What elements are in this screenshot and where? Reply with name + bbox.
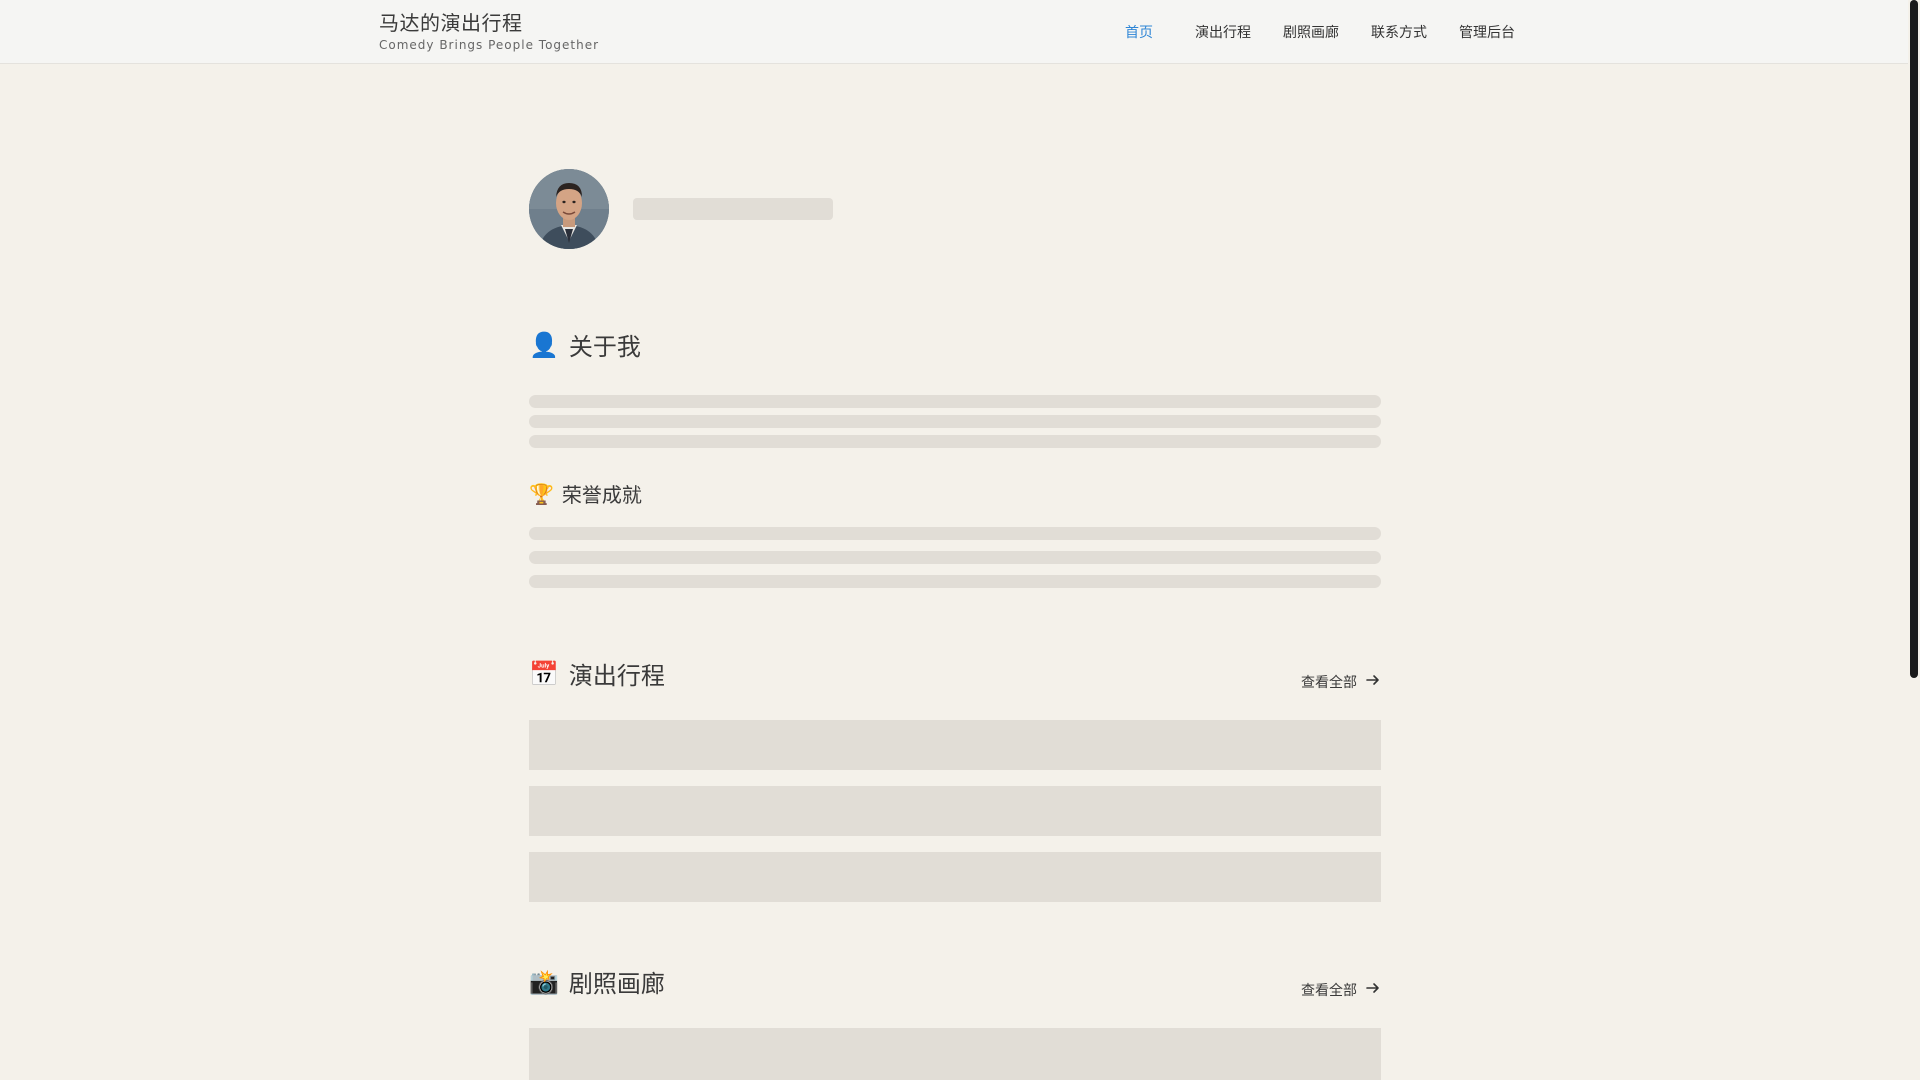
arrow-right-icon [1365,672,1381,692]
scrollbar-thumb[interactable] [1910,0,1918,678]
brand[interactable]: 马达的演出行程 Comedy Brings People Together [379,10,599,52]
honors-section-title: 🏆 荣誉成就 [529,479,642,508]
name-skeleton [633,198,833,220]
site-header: 马达的演出行程 Comedy Brings People Together 首页… [0,0,1908,64]
schedule-section-title: 📅 演出行程 [529,656,665,691]
honors-title: 荣誉成就 [561,483,642,507]
site-subtitle: Comedy Brings People Together [379,38,600,52]
nav-item-contact[interactable]: 联系方式 [1371,22,1427,42]
about-skeleton-line [529,415,1381,428]
gallery-title: 剧照画廊 [568,970,665,998]
about-skeleton-line [529,395,1381,408]
view-all-label: 查看全部 [1301,675,1357,691]
arrow-right-icon [1365,980,1381,1000]
calendar-icon: 📅 [529,659,559,688]
nav-item-admin[interactable]: 管理后台 [1459,22,1515,42]
site-title[interactable]: 马达的演出行程 [379,10,599,36]
gallery-image-skeleton [529,1028,1381,1080]
schedule-view-all-link[interactable]: 查看全部 [1301,672,1381,692]
main-nav: 首页 演出行程 剧照画廊 联系方式 管理后台 [1110,22,1547,42]
camera-icon: 📸 [529,967,559,996]
nav-item-home[interactable]: 首页 [1125,22,1153,42]
profile-header [529,169,833,249]
avatar-image [529,169,609,249]
person-icon: 👤 [529,330,559,359]
view-all-label: 查看全部 [1301,983,1357,999]
schedule-card-skeleton [529,852,1381,902]
schedule-card-skeleton [529,720,1381,770]
honors-skeleton-line [529,575,1381,588]
honors-skeleton-line [529,551,1381,564]
avatar [529,169,609,249]
nav-item-schedule[interactable]: 演出行程 [1195,22,1251,42]
schedule-title: 演出行程 [568,662,665,690]
about-title: 关于我 [568,333,641,361]
schedule-card-skeleton [529,786,1381,836]
about-section-title: 👤 关于我 [529,327,641,362]
nav-item-gallery[interactable]: 剧照画廊 [1283,22,1339,42]
about-skeleton-line [529,435,1381,448]
page-scrollbar[interactable] [1908,0,1920,1080]
gallery-view-all-link[interactable]: 查看全部 [1301,980,1381,1000]
trophy-icon: 🏆 [529,481,554,506]
gallery-section-title: 📸 剧照画廊 [529,964,665,999]
honors-skeleton-line [529,527,1381,540]
